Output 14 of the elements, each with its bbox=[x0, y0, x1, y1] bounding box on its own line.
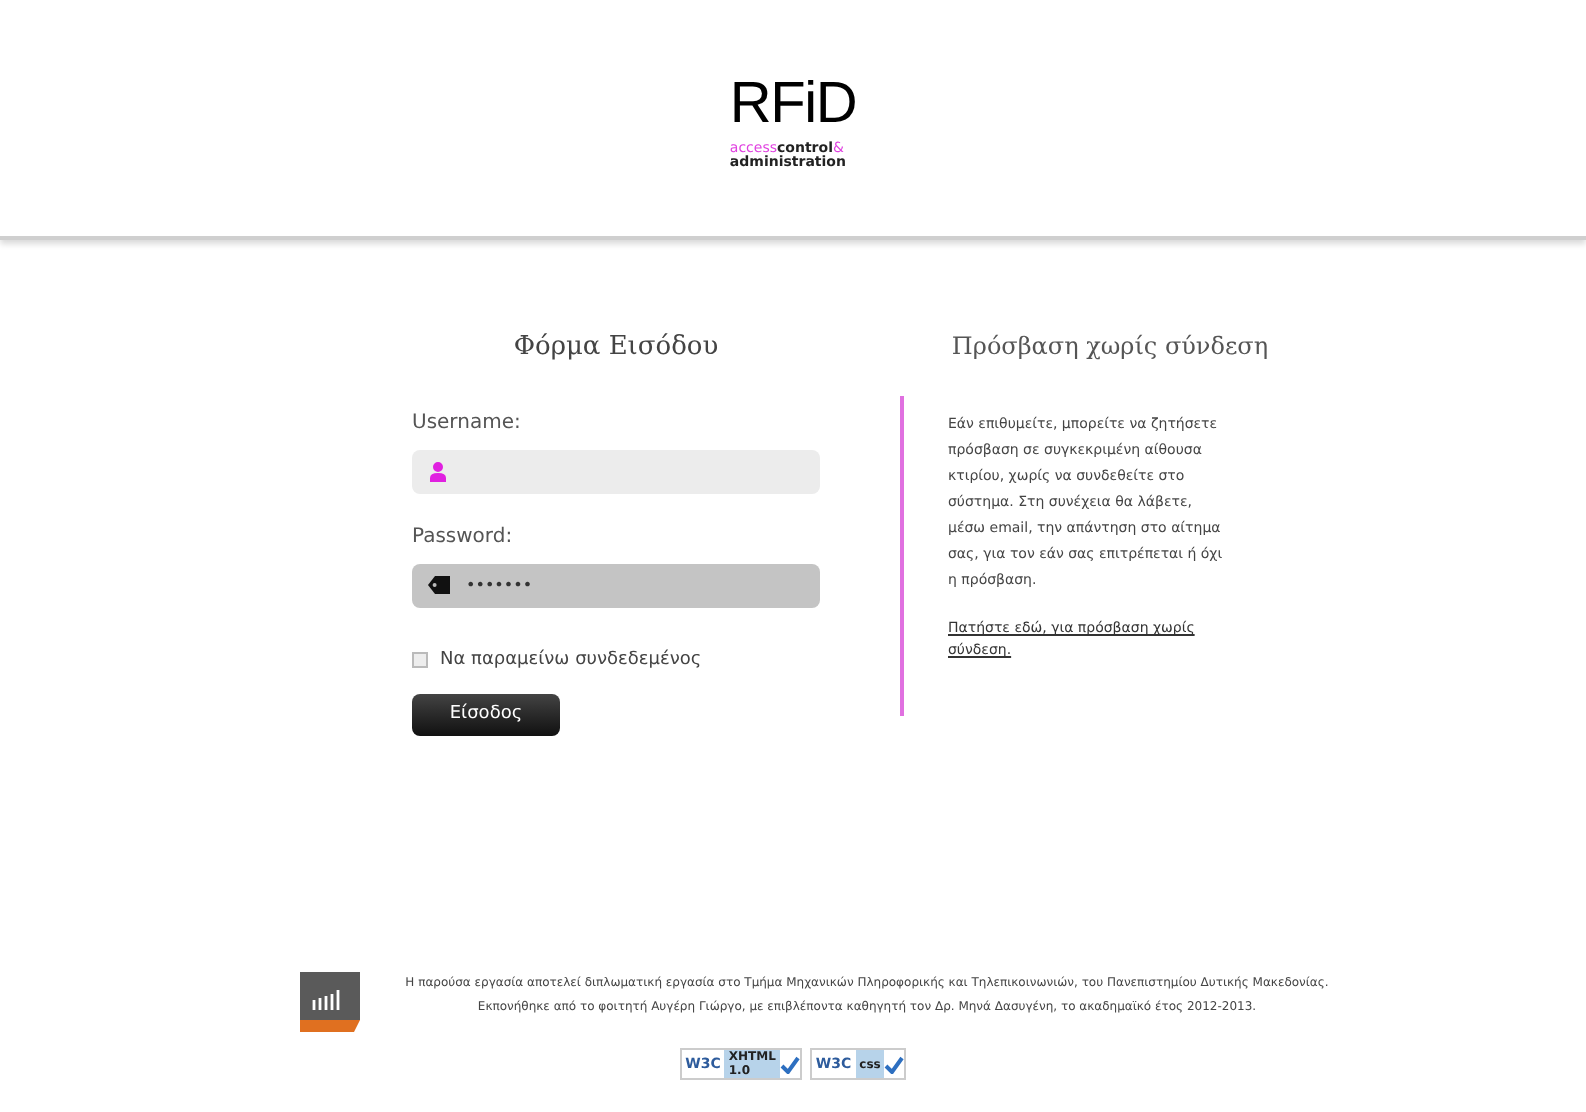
bar-chart-logo-icon bbox=[299, 972, 359, 1032]
guest-heading: Πρόσβαση χωρίς σύνδεση bbox=[949, 330, 1271, 364]
checkmark-icon bbox=[779, 1055, 800, 1073]
remember-label: Να παραμείνω συνδεδεμένος bbox=[440, 647, 702, 673]
form-heading: Φόρμα Εισόδου bbox=[511, 330, 721, 366]
field-label: Password: bbox=[412, 523, 515, 551]
tag-icon bbox=[428, 576, 450, 594]
checkmark-icon bbox=[884, 1055, 905, 1073]
password-field[interactable]: ••••••• bbox=[412, 563, 820, 607]
login-button[interactable]: Είσοδος bbox=[412, 694, 560, 736]
user-icon bbox=[428, 461, 448, 481]
field-label: Username: bbox=[412, 409, 523, 437]
username-field[interactable] bbox=[412, 449, 820, 493]
remember-checkbox[interactable] bbox=[412, 652, 428, 669]
